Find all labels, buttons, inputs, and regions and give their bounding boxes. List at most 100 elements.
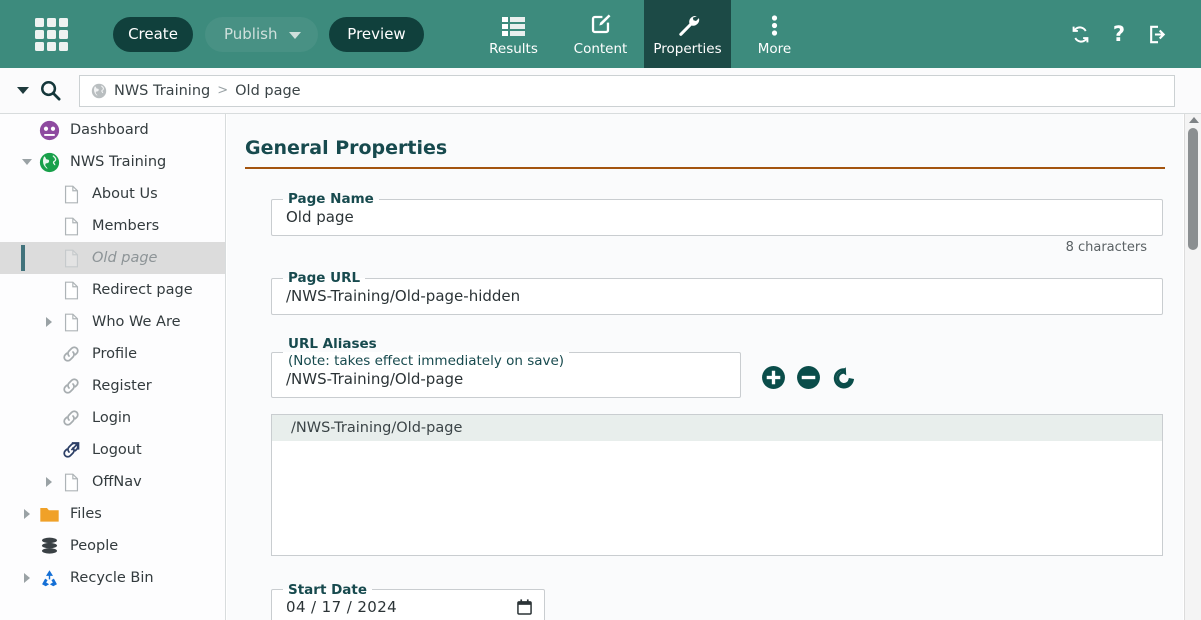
sidebar-item-label: Members	[92, 218, 160, 234]
sidebar-item-label: NWS Training	[70, 154, 167, 170]
breadcrumb-root[interactable]: NWS Training	[114, 83, 210, 99]
sidebar-item-login[interactable]: Login	[0, 402, 225, 434]
chevron-right-icon[interactable]	[18, 509, 36, 519]
page-url-label: Page URL	[288, 269, 361, 286]
sidebar-item-about-us[interactable]: About Us	[0, 178, 225, 210]
tab-results[interactable]: Results	[470, 0, 557, 68]
start-date-input[interactable]: 04 / 17 / 2024	[272, 598, 397, 620]
start-date-label: Start Date	[288, 581, 368, 598]
sidebar-item-label: OffNav	[92, 474, 142, 490]
sidebar-item-recycle-bin[interactable]: Recycle Bin	[0, 562, 225, 594]
sidebar-item-label: Profile	[92, 346, 138, 362]
page-icon	[58, 249, 84, 268]
toolbar-right-actions: ?	[1070, 23, 1169, 45]
sidebar-item-label: Files	[70, 506, 102, 522]
page-name-label: Page Name	[288, 191, 374, 207]
page-icon	[58, 217, 84, 236]
scroll-up-arrow-icon[interactable]	[1189, 117, 1199, 123]
breadcrumb[interactable]: NWS Training > Old page	[79, 74, 1175, 107]
link-icon	[58, 408, 84, 428]
sidebar-item-label: Login	[92, 410, 132, 426]
globe-icon	[36, 152, 62, 173]
page-name-field[interactable]: Page Name Old page	[271, 191, 1163, 236]
start-date-field[interactable]: Start Date 04 / 17 / 2024	[271, 581, 545, 620]
chevron-down-icon[interactable]	[17, 87, 29, 94]
tab-results-label: Results	[489, 40, 538, 57]
recycle-icon	[36, 568, 62, 589]
url-aliases-input[interactable]: /NWS-Training/Old-page	[272, 370, 463, 397]
sidebar-item-redirect-page[interactable]: Redirect page	[0, 274, 225, 306]
create-button[interactable]: Create	[113, 16, 193, 52]
preview-button[interactable]: Preview	[329, 16, 424, 52]
sidebar-item-label: Register	[92, 378, 152, 394]
page-url-field[interactable]: Page URL /NWS-Training/Old-page-hidden	[271, 269, 1163, 315]
refresh-icon[interactable]	[1070, 24, 1091, 45]
sidebar-item-nws-training[interactable]: NWS Training	[0, 146, 225, 178]
sidebar-item-logout[interactable]: Logout	[0, 434, 225, 466]
url-aliases-field[interactable]: URL Aliases (Note: takes effect immediat…	[271, 335, 741, 398]
list-icon	[502, 12, 525, 36]
minus-circle-icon[interactable]	[796, 365, 821, 390]
breadcrumb-current: Old page	[235, 82, 301, 99]
title-underline	[245, 167, 1165, 169]
sidebar-item-members[interactable]: Members	[0, 210, 225, 242]
chevron-down-icon[interactable]	[289, 31, 301, 39]
sidebar-tree: Dashboard NWS Training About Us Members Old …	[0, 114, 226, 620]
sidebar-item-who-we-are[interactable]: Who We Are	[0, 306, 225, 338]
sidebar-item-offnav[interactable]: OffNav	[0, 466, 225, 498]
people-db-icon	[36, 536, 62, 557]
chevron-right-icon[interactable]	[40, 317, 58, 327]
sidebar-item-dashboard[interactable]: Dashboard	[0, 114, 225, 146]
external-link-icon	[58, 440, 84, 460]
chevron-right-icon[interactable]	[18, 573, 36, 583]
page-icon	[58, 473, 84, 492]
search-icon[interactable]	[39, 79, 62, 102]
sidebar-item-profile[interactable]: Profile	[0, 338, 225, 370]
url-aliases-label: URL Aliases (Note: takes effect immediat…	[283, 336, 569, 370]
tab-properties[interactable]: Properties	[644, 0, 731, 68]
chevron-down-icon[interactable]	[18, 159, 36, 165]
url-aliases-list[interactable]: /NWS-Training/Old-page	[271, 413, 1163, 556]
sidebar-item-label: Redirect page	[92, 282, 193, 298]
chevron-right-icon[interactable]	[40, 477, 58, 487]
list-item[interactable]: /NWS-Training/Old-page	[272, 414, 1162, 441]
vertical-dots-icon	[771, 12, 778, 36]
top-toolbar: Create Publish Preview Results Content P…	[0, 0, 1201, 68]
breadcrumb-bar: NWS Training > Old page	[0, 68, 1201, 114]
tab-content[interactable]: Content	[557, 0, 644, 68]
breadcrumb-separator: >	[217, 83, 229, 98]
page-url-input[interactable]: /NWS-Training/Old-page-hidden	[272, 287, 520, 314]
page-name-char-count: 8 characters	[1065, 239, 1147, 255]
globe-icon	[91, 83, 107, 99]
page-name-input[interactable]: Old page	[272, 208, 354, 235]
page-icon	[58, 185, 84, 204]
undo-icon[interactable]	[831, 365, 856, 390]
help-icon[interactable]: ?	[1113, 23, 1125, 45]
wrench-icon	[676, 12, 700, 36]
calendar-icon[interactable]	[517, 599, 532, 616]
sidebar-item-register[interactable]: Register	[0, 370, 225, 402]
sidebar-item-label: People	[70, 538, 119, 554]
sidebar-item-label: Recycle Bin	[70, 570, 154, 586]
sidebar-item-label: Logout	[92, 442, 142, 458]
sidebar-item-old-page[interactable]: Old page	[0, 242, 225, 274]
url-aliases-legend-note: (Note: takes effect immediately on save)	[288, 352, 565, 369]
tab-more[interactable]: More	[731, 0, 818, 68]
link-icon	[58, 376, 84, 396]
sidebar-item-people[interactable]: People	[0, 530, 225, 562]
plus-circle-icon[interactable]	[761, 365, 786, 390]
publish-label: Publish	[224, 25, 278, 43]
sidebar-item-label: Who We Are	[92, 314, 181, 330]
tab-content-label: Content	[573, 40, 628, 57]
sidebar-item-label: Dashboard	[70, 122, 149, 138]
scrollbar-thumb[interactable]	[1188, 128, 1198, 250]
edit-square-icon	[589, 12, 612, 36]
page-icon	[58, 281, 84, 300]
grid-apps-icon[interactable]	[34, 17, 68, 51]
nav-tabs: Results Content Properties More	[470, 0, 818, 68]
logout-icon[interactable]	[1147, 24, 1169, 45]
sidebar-item-files[interactable]: Files	[0, 498, 225, 530]
main-scrollbar[interactable]	[1184, 114, 1201, 620]
tab-properties-label: Properties	[653, 40, 722, 57]
publish-button[interactable]: Publish	[205, 16, 318, 52]
